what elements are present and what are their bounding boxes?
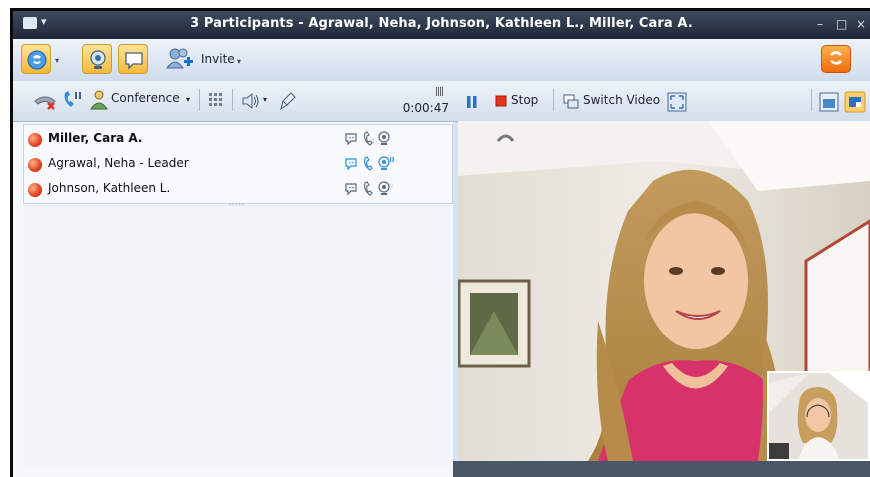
participant-row[interactable]: Miller, Cara A. : [24,127,452,151]
switch-video-icon [563,94,579,109]
hold-call-icon[interactable] [61,89,83,111]
minimize-button[interactable]: – [817,17,823,31]
video-toolbar: Stop Switch Video [453,81,870,122]
dial-pad-icon[interactable] [208,92,224,110]
call-timer: 0:00:47 [402,101,449,115]
stop-label: Stop [511,93,539,107]
chat-bubble-icon [125,52,143,70]
participant-name: Miller, Cara A. [48,131,143,145]
app-logo-icon [830,51,842,65]
participant-row[interactable]: Agrawal, Neha - Leader [24,152,452,176]
participant-modalities-icons: : [345,131,390,146]
video-button[interactable] [82,44,112,74]
speaker-dropdown-arrow-icon[interactable]: ▾ [263,95,267,104]
options-menu-button[interactable] [821,45,851,73]
toolbar-divider [811,89,812,111]
webcam-icon [90,50,106,69]
stop-video-button[interactable]: Stop [493,93,545,111]
pause-video-icon[interactable] [466,95,478,109]
video-panel: Stop Switch Video [453,81,870,477]
invite-people-icon [166,48,193,69]
participant-list: Miller, Cara A. : Agrawal, Neha - Leader [23,124,453,204]
participant-modalities-icons [345,156,394,171]
participant-modalities-icons: :: [345,181,393,196]
call-controls-toolbar: Conference ▾ ▾ |||| 0:00:47 [13,81,453,122]
presence-busy-icon [28,133,42,147]
participants-panel: Conference ▾ ▾ |||| 0:00:47 Miller, Cara… [13,81,453,477]
presence-busy-icon [28,183,42,197]
invite-label: Invite [201,52,235,66]
presence-busy-icon [28,158,42,172]
toolbar-divider [553,89,554,111]
call-dropdown-arrow-icon[interactable]: ▾ [55,56,59,65]
participant-row[interactable]: Johnson, Kathleen L. :: [24,177,452,201]
stop-icon [495,95,507,107]
microphone-icon[interactable] [279,90,299,112]
invite-dropdown-arrow-icon[interactable]: ▾ [237,57,241,66]
signal-strength-icon: |||| [434,87,444,97]
hang-up-icon[interactable] [33,91,59,111]
switch-video-button[interactable]: Switch Video [561,93,661,111]
conversation-window: ▾ 3 Participants - Agrawal, Neha, Johnso… [13,11,870,477]
full-screen-icon[interactable] [667,92,687,112]
main-toolbar: ▾ Invite ▾ [13,39,870,82]
participant-name: Johnson, Kathleen L. [48,181,171,195]
speaker-volume-icon[interactable] [241,92,261,110]
video-status-strip [453,461,870,477]
svg-text:::: :: [389,182,393,189]
toolbar-divider [199,89,200,111]
self-view-image [769,373,868,459]
title-bar: ▾ 3 Participants - Agrawal, Neha, Johnso… [13,11,870,39]
conference-dropdown-arrow-icon[interactable]: ▾ [186,95,190,104]
call-button[interactable] [21,44,51,74]
layout-single-icon[interactable] [819,92,839,112]
layout-pip-icon[interactable] [844,91,866,113]
conference-people-icon [90,90,108,110]
self-view-video[interactable] [767,371,870,461]
switch-video-label: Switch Video [583,93,661,107]
call-icon [27,50,47,70]
maximize-button[interactable]: □ [836,17,847,31]
remote-video [458,121,870,461]
svg-text::: : [372,137,374,145]
conference-menu[interactable]: Conference [111,91,180,105]
close-button[interactable]: × [856,17,866,31]
participant-name: Agrawal, Neha - Leader [48,156,189,170]
conversation-area [23,205,451,468]
window-title: 3 Participants - Agrawal, Neha, Johnson,… [190,16,693,31]
toolbar-divider [232,89,233,111]
im-button[interactable] [118,44,148,74]
invite-button[interactable]: Invite ▾ [161,44,241,74]
